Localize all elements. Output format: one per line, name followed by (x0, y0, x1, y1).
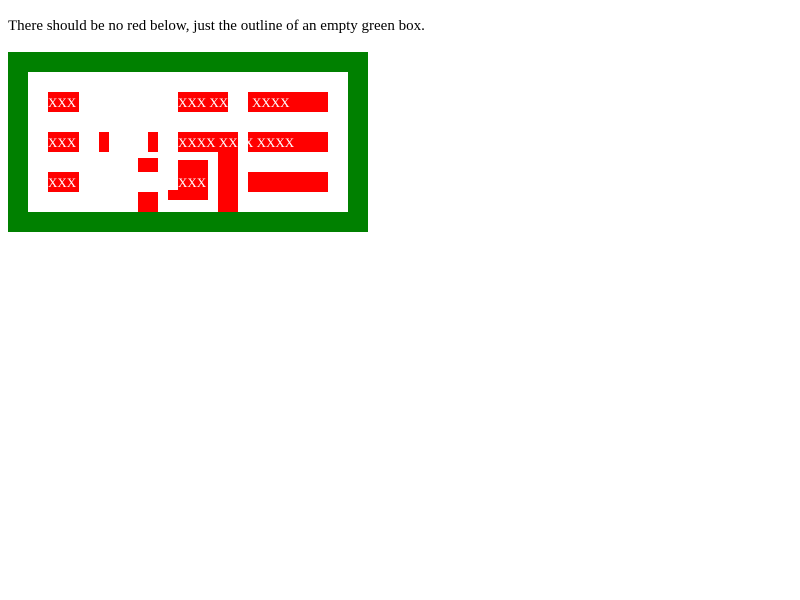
red-block-r3c3 (248, 172, 328, 192)
instruction-text: There should be no red below, just the o… (8, 18, 425, 34)
red-fragment-small-left (99, 132, 109, 152)
green-outline-box: XXX XXX XX XXXX XXX XXXX XX X X XXX X XX X … (8, 52, 368, 232)
red-label-r1c3: XXXX (252, 96, 290, 110)
red-label-r3c2: XXX (178, 176, 207, 190)
red-label-r1c2: XXX XX (178, 96, 228, 110)
red-fragment-tall-column (218, 152, 238, 212)
red-fragment-vertical (148, 132, 158, 152)
red-label-r3c1: XXX (48, 176, 77, 190)
red-label-r2c2: XXXX XXX (178, 136, 238, 150)
red-label-r2c3: X XXXX (244, 136, 295, 150)
red-fragment-bottom-square (138, 192, 158, 212)
red-fragment-r3c2-foot (168, 190, 208, 200)
red-fragment-mid-square (138, 158, 158, 172)
red-label-r2c1: XXX (48, 136, 77, 150)
red-label-r1c1: XXX (48, 96, 77, 110)
